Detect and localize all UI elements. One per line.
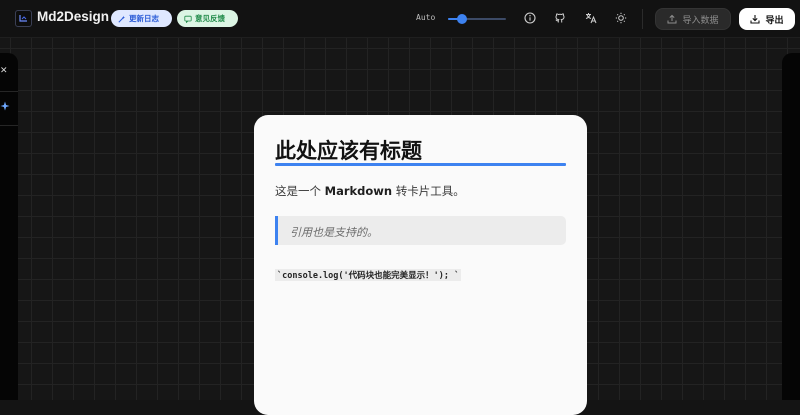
left-side-panel: ✕ [0, 53, 18, 400]
info-icon[interactable] [523, 11, 537, 25]
card-inline-code: `console.log('代码块也能完美显示！'); ` [275, 269, 462, 281]
panel-divider [0, 91, 18, 92]
markdown-logo-icon [15, 10, 32, 27]
wand-icon [118, 15, 126, 23]
message-icon [184, 15, 192, 23]
theme-mode-label: Auto [416, 13, 436, 22]
card-paragraph: 这是一个 Markdown 转卡片工具。 [275, 183, 465, 199]
close-icon[interactable]: ✕ [0, 66, 8, 76]
github-icon[interactable] [553, 11, 567, 25]
upload-icon [667, 14, 677, 24]
feedback-label: 意见反馈 [195, 14, 225, 23]
changelog-button[interactable]: 更新日志 [111, 10, 172, 27]
download-icon [750, 15, 761, 24]
changelog-label: 更新日志 [129, 14, 159, 23]
theme-slider[interactable] [448, 14, 506, 24]
right-side-panel [782, 53, 800, 400]
para-bold: Markdown [324, 184, 393, 198]
import-button[interactable]: 导入数据 [655, 8, 731, 30]
para-suffix: 转卡片工具。 [392, 184, 465, 198]
card-title: 此处应该有标题 [275, 139, 422, 163]
title-underline [275, 163, 566, 166]
markdown-card[interactable]: 此处应该有标题 这是一个 Markdown 转卡片工具。 引用也是支持的。 `c… [254, 115, 587, 415]
sun-icon[interactable] [614, 11, 628, 25]
quote-text: 引用也是支持的。 [290, 226, 378, 239]
import-label: 导入数据 [682, 15, 719, 26]
card-blockquote: 引用也是支持的。 [275, 216, 566, 245]
top-toolbar: Md2Design 更新日志 意见反馈 Auto 导入数据 导出 [0, 0, 800, 38]
toolbar-divider [642, 9, 643, 29]
feedback-button[interactable]: 意见反馈 [177, 10, 238, 27]
sparkle-icon[interactable] [0, 101, 12, 113]
translate-icon[interactable] [584, 11, 598, 25]
slider-thumb[interactable] [456, 14, 467, 24]
para-prefix: 这是一个 [275, 184, 325, 198]
export-label: 导出 [765, 15, 784, 26]
panel-divider [0, 125, 18, 126]
app-title: Md2Design [37, 9, 110, 24]
export-button[interactable]: 导出 [739, 8, 795, 30]
